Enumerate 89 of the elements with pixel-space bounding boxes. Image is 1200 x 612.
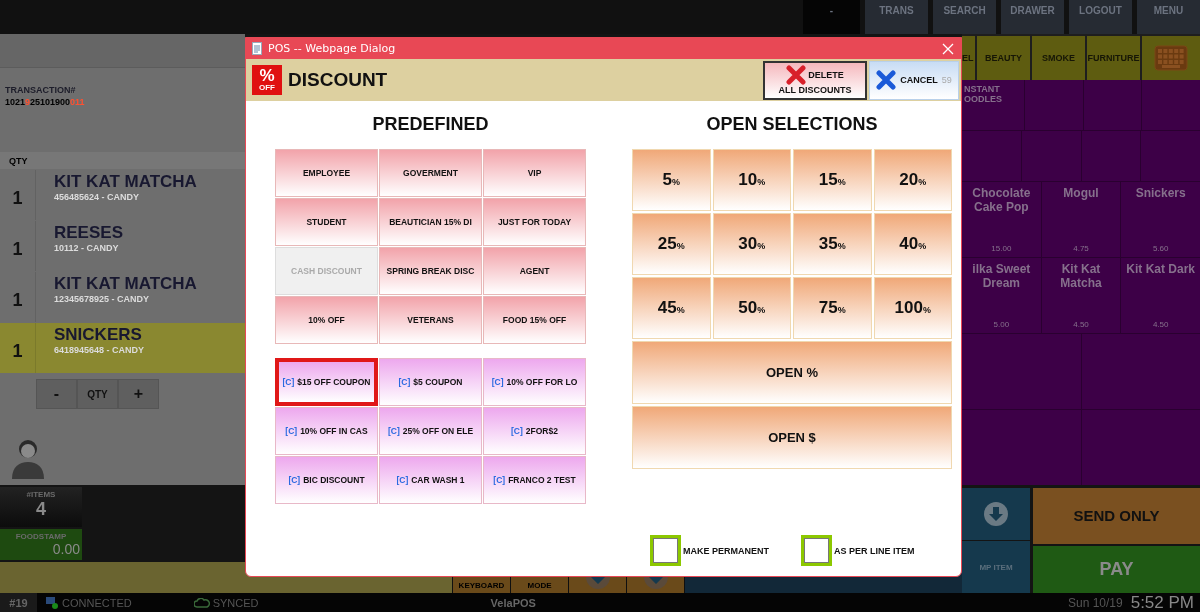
discount-button[interactable]: BEAUTICIAN 15% DI — [379, 198, 482, 246]
item-qty: 1 — [11, 339, 24, 362]
percent-button[interactable]: 20% — [873, 149, 952, 211]
percent-button[interactable]: 30% — [712, 213, 791, 275]
section-heading: PREDEFINED — [372, 114, 489, 135]
user-avatar-icon — [10, 437, 46, 479]
scroll-down-button[interactable] — [962, 488, 1030, 540]
item-code: 6418945648 - CANDY — [54, 345, 145, 355]
transaction-number: 1021925101900011 — [5, 97, 85, 107]
dialog-heading: DISCOUNT — [288, 69, 389, 91]
product-tile[interactable]: Mogul 4.75 — [1041, 182, 1121, 257]
checkbox-label: AS PER LINE ITEM — [834, 545, 915, 556]
window-title: POS -- Webpage Dialog — [268, 42, 397, 55]
cross-icon — [876, 70, 897, 90]
brand-name: VelaPOS — [490, 596, 536, 609]
discount-button[interactable]: STUDENT — [275, 198, 378, 246]
close-button[interactable] — [941, 41, 955, 56]
item-qty: 1 — [11, 237, 24, 260]
open-amount-button[interactable]: OPEN % — [632, 341, 952, 404]
item-code: 12345678925 - CANDY — [54, 294, 150, 304]
items-counter: #ITEMS 4 — [0, 487, 82, 527]
coupon-button[interactable]: [C] FRANCO 2 TEST — [483, 456, 586, 504]
discount-button[interactable]: AGENT — [483, 247, 586, 295]
item-code: 456485624 - CANDY — [54, 192, 140, 202]
percent-button[interactable]: 75% — [793, 277, 872, 339]
clock-time: 5:52 PM — [1130, 592, 1194, 612]
discount-button[interactable]: SPRING BREAK DISC — [379, 247, 482, 295]
discount-button[interactable]: JUST FOR TODAY — [483, 198, 586, 246]
qty-header: QTY — [9, 155, 28, 166]
percent-button[interactable]: 35% — [793, 213, 872, 275]
discount-button[interactable]: FOOD 15% OFF — [483, 296, 586, 344]
foodstamp-counter: FOODSTAMP 0.00 — [0, 529, 82, 560]
coupon-button[interactable]: [C] $15 OFF COUPON — [275, 358, 378, 406]
date-text: Sun 10/19 — [1067, 595, 1123, 610]
coupon-button[interactable]: [C] 25% OFF ON ELE — [379, 407, 482, 455]
dash-button[interactable]: - — [803, 0, 860, 34]
coupon-button[interactable]: [C] 2FOR$2 — [483, 407, 586, 455]
item-name: SNICKERS — [54, 325, 142, 345]
line-item-row[interactable]: 1 SNICKERS 6418945648 - CANDY — [0, 323, 245, 373]
coupon-button[interactable]: [C] CAR WASH 1 — [379, 456, 482, 504]
sync-status: SYNCED — [212, 596, 259, 609]
product-tile[interactable]: ilka Sweet Dream 5.00 — [962, 258, 1041, 333]
item-name: REESES — [54, 223, 123, 243]
coupon-button[interactable]: [C] BIC DISCOUNT — [275, 456, 378, 504]
item-name: KIT KAT MATCHA — [54, 172, 197, 192]
percent-button[interactable]: 100% — [873, 277, 952, 339]
item-qty: 1 — [11, 186, 24, 209]
percent-button[interactable]: 15% — [793, 149, 872, 211]
discount-badge: % OFF — [252, 65, 282, 95]
coupon-button[interactable]: [C] 10% OFF IN CAS — [275, 407, 378, 455]
discount-button[interactable]: 10% OFF — [275, 296, 378, 344]
product-tile[interactable]: Snickers 5.60 — [1121, 182, 1200, 257]
percent-button[interactable]: 50% — [712, 277, 791, 339]
discount-button[interactable]: VIP — [483, 149, 586, 197]
transaction-label: TRANSACTION# — [5, 85, 76, 95]
cross-icon — [786, 65, 807, 85]
cloud-icon — [193, 597, 210, 608]
percent-button[interactable]: 25% — [632, 213, 711, 275]
line-item-row[interactable]: 1 KIT KAT MATCHA 456485624 - CANDY — [0, 170, 245, 220]
delete-all-discounts-button[interactable]: DELETE ALL DISCOUNTS — [763, 60, 867, 100]
coupon-button[interactable]: [C] 10% OFF FOR LO — [483, 358, 586, 406]
line-item-row[interactable]: 1 KIT KAT MATCHA 12345678925 - CANDY — [0, 272, 245, 322]
product-tile[interactable]: Kit Kat Matcha 4.50 — [1041, 258, 1121, 333]
product-tile[interactable]: NSTANT OODLES — [962, 80, 1024, 130]
discount-button[interactable]: EMPLOYEE — [275, 149, 378, 197]
keyboard-icon[interactable] — [1154, 45, 1188, 71]
percent-button[interactable]: 40% — [873, 213, 952, 275]
item-code: 10112 - CANDY — [54, 243, 119, 253]
checkbox-label: MAKE PERMANENT — [683, 545, 769, 556]
checkbox[interactable] — [801, 535, 832, 566]
document-icon — [252, 42, 262, 55]
product-tile[interactable]: Kit Kat Dark 4.50 — [1121, 258, 1200, 333]
percent-button[interactable]: 10% — [712, 149, 791, 211]
cancel-button[interactable]: CANCEL 59 — [869, 60, 959, 100]
percent-button[interactable]: 5% — [632, 149, 711, 211]
section-heading: OPEN SELECTIONS — [706, 114, 878, 135]
percent-button[interactable]: 45% — [632, 277, 711, 339]
discount-button[interactable]: GOVERMENT — [379, 149, 482, 197]
line-item-row[interactable]: 1 REESES 10112 - CANDY — [0, 221, 245, 271]
checkbox[interactable] — [650, 535, 681, 566]
network-icon — [45, 596, 59, 609]
connection-status: CONNECTED — [62, 596, 132, 609]
discount-button[interactable]: VETERANS — [379, 296, 482, 344]
coupon-button[interactable]: [C] $5 COUPON — [379, 358, 482, 406]
item-name: KIT KAT MATCHA — [54, 274, 197, 294]
open-amount-button[interactable]: OPEN $ — [632, 406, 952, 469]
product-tile[interactable]: Chocolate Cake Pop 15.00 — [962, 182, 1041, 257]
item-qty: 1 — [11, 288, 24, 311]
register-number: #19 — [0, 593, 37, 612]
